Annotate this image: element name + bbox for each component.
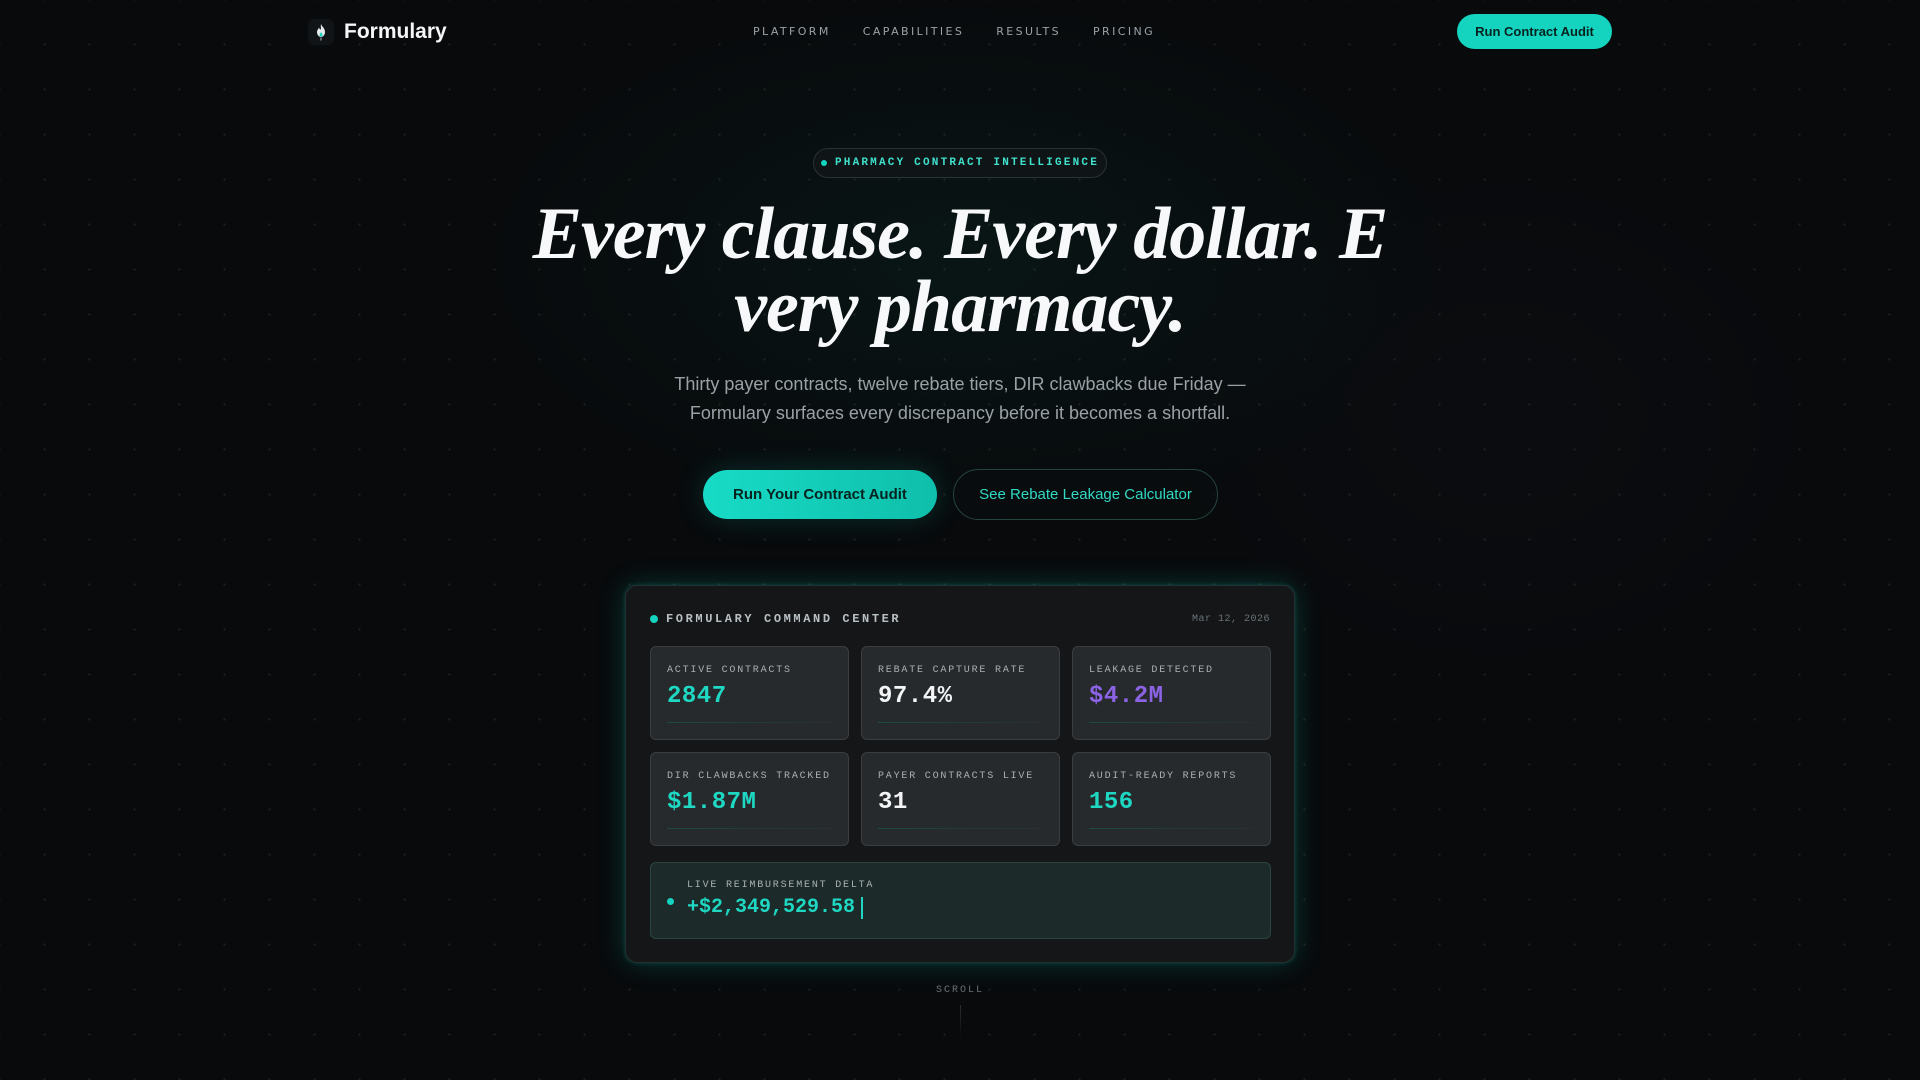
- metric-card-rebate-capture-rate: REBATE CAPTURE RATE 97.4%: [861, 646, 1060, 740]
- eyebrow-badge: PHARMACY CONTRACT INTELLIGENCE: [813, 148, 1107, 178]
- brand[interactable]: Formulary: [308, 19, 447, 45]
- eyebrow-text: PHARMACY CONTRACT INTELLIGENCE: [834, 157, 1100, 169]
- metric-value: 156: [1089, 789, 1134, 816]
- delta-label: LIVE REIMBURSEMENT DELTA: [687, 880, 875, 891]
- metric-divider: [667, 828, 832, 829]
- metric-card-dir-clawbacks-tracked: DIR CLAWBACKS TRACKED $1.87M: [650, 752, 849, 846]
- brand-name: Formulary: [344, 20, 447, 43]
- top-nav: Formulary PLATFORM CAPABILITIES RESULTS …: [0, 0, 1920, 64]
- metric-card-payer-contracts-live: PAYER CONTRACTS LIVE 31: [861, 752, 1060, 846]
- run-your-contract-audit-button[interactable]: Run Your Contract Audit: [703, 470, 937, 519]
- metric-value: 31: [878, 789, 908, 816]
- metric-label: ACTIVE CONTRACTS: [667, 665, 792, 676]
- metric-card-active-contracts: ACTIVE CONTRACTS 2847: [650, 646, 849, 740]
- metric-value: 97.4%: [878, 683, 953, 710]
- panel-title: FORMULARY COMMAND CENTER: [666, 612, 902, 626]
- nav-links: PLATFORM CAPABILITIES RESULTS PRICING: [753, 25, 1155, 38]
- metric-value: $4.2M: [1089, 683, 1164, 710]
- metric-value: $1.87M: [667, 789, 757, 816]
- metric-divider: [878, 722, 1043, 723]
- scroll-indicator-label: SCROLL: [935, 985, 984, 996]
- metric-divider: [878, 828, 1043, 829]
- panel-title-wrap: FORMULARY COMMAND CENTER: [650, 612, 901, 626]
- delta-value: +$2,349,529.58: [687, 896, 856, 919]
- live-dot-icon: [650, 615, 658, 623]
- metric-card-audit-ready-reports: AUDIT-READY REPORTS 156: [1072, 752, 1271, 846]
- nav-link-capabilities[interactable]: CAPABILITIES: [863, 25, 965, 38]
- nav-link-platform[interactable]: PLATFORM: [753, 25, 831, 38]
- metric-divider: [1089, 828, 1254, 829]
- panel-date: Mar 12, 2026: [1191, 613, 1270, 625]
- metric-label: PAYER CONTRACTS LIVE: [878, 771, 1035, 782]
- flame-icon: [308, 19, 334, 45]
- metric-divider: [667, 722, 832, 723]
- live-dot-icon: [667, 898, 674, 905]
- metric-label: REBATE CAPTURE RATE: [878, 665, 1027, 676]
- panel-header: FORMULARY COMMAND CENTER Mar 12, 2026: [650, 612, 1270, 626]
- metric-value: 2847: [667, 683, 727, 710]
- hero-headline: Every clause. Every dollar. Every pharma…: [532, 193, 1389, 348]
- metric-label: DIR CLAWBACKS TRACKED: [667, 771, 831, 782]
- nav-run-contract-audit-button[interactable]: Run Contract Audit: [1457, 14, 1612, 49]
- hero-subhead: Thirty payer contracts, twelve rebate ti…: [674, 374, 1246, 423]
- command-center-panel: FORMULARY COMMAND CENTER Mar 12, 2026 AC…: [625, 585, 1295, 963]
- live-reimbursement-delta: LIVE REIMBURSEMENT DELTA +$2,349,529.58: [650, 862, 1271, 939]
- metric-divider: [1089, 722, 1254, 723]
- nav-link-results[interactable]: RESULTS: [996, 25, 1061, 38]
- delta-value-wrap: +$2,349,529.58: [687, 896, 864, 919]
- text-cursor-icon: [861, 896, 864, 919]
- status-dot-icon: [820, 160, 827, 166]
- metric-label: LEAKAGE DETECTED: [1089, 665, 1214, 676]
- nav-link-pricing[interactable]: PRICING: [1093, 25, 1155, 38]
- scroll-indicator-line: [960, 1005, 961, 1039]
- metric-label: AUDIT-READY REPORTS: [1089, 771, 1238, 782]
- metric-card-leakage-detected: LEAKAGE DETECTED $4.2M: [1072, 646, 1271, 740]
- metrics-grid: ACTIVE CONTRACTS 2847 REBATE CAPTURE RAT…: [650, 646, 1271, 846]
- rebate-leakage-calculator-button[interactable]: See Rebate Leakage Calculator: [953, 469, 1218, 520]
